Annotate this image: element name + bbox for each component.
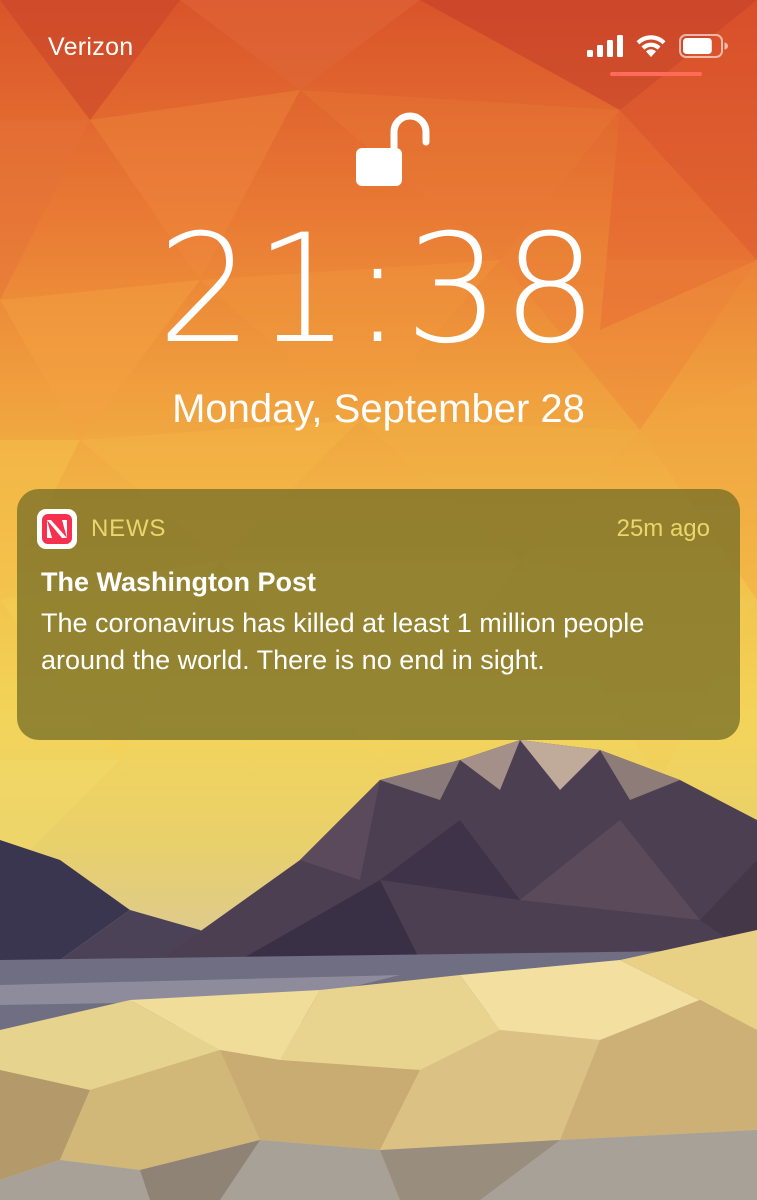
battery-icon	[679, 34, 728, 58]
control-center-indicator[interactable]	[610, 72, 702, 76]
lock-screen: Verizon 21:38 Monday, September 28 NEWS …	[0, 0, 757, 1200]
date-display: Monday, September 28	[172, 387, 585, 431]
status-bar: Verizon	[0, 0, 757, 90]
notification-app-name: NEWS	[91, 515, 167, 542]
wifi-icon	[636, 35, 666, 57]
battery-fill	[683, 38, 712, 54]
notification-title: The Washington Post	[41, 567, 316, 597]
signal-bars-icon	[587, 35, 623, 57]
apple-news-icon	[37, 509, 77, 549]
carrier-label: Verizon	[48, 33, 134, 61]
notification-timestamp: 25m ago	[616, 515, 710, 542]
time-display: 21:38	[157, 203, 600, 377]
status-icons	[587, 34, 729, 58]
news-notification[interactable]: NEWS 25m ago The Washington Post The cor…	[17, 489, 740, 740]
unlocked-padlock-icon	[356, 112, 430, 186]
notification-body: The coronavirus has killed at least 1 mi…	[41, 608, 645, 675]
